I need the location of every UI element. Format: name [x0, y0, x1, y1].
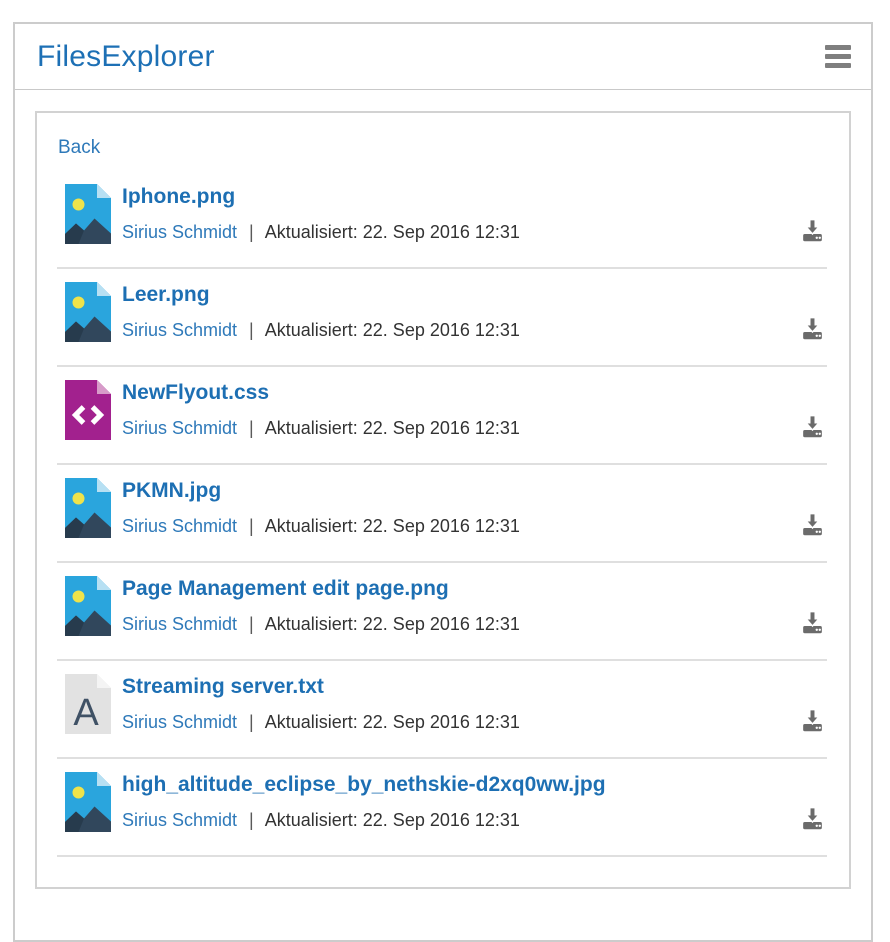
file-info: NewFlyout.css Sirius Schmidt | Aktualisi…: [122, 380, 790, 439]
file-row: A Leer.png Sirius Schmidt | Aktualisiert…: [57, 269, 827, 367]
file-author-link[interactable]: Sirius Schmidt: [122, 810, 237, 830]
file-name-link[interactable]: Streaming server.txt: [122, 675, 324, 699]
file-info: Leer.png Sirius Schmidt | Aktualisiert: …: [122, 282, 790, 341]
file-name-link[interactable]: Iphone.png: [122, 185, 235, 209]
file-author-link[interactable]: Sirius Schmidt: [122, 320, 237, 340]
page-title: FilesExplorer: [37, 40, 215, 74]
file-meta: Sirius Schmidt | Aktualisiert: 22. Sep 2…: [122, 320, 790, 341]
file-list: A Iphone.png Sirius Schmidt | Aktualisie…: [57, 171, 827, 857]
back-link[interactable]: Back: [58, 137, 100, 159]
meta-separator: |: [249, 810, 254, 830]
meta-separator: |: [249, 614, 254, 634]
download-button[interactable]: [800, 511, 825, 538]
file-meta: Sirius Schmidt | Aktualisiert: 22. Sep 2…: [122, 810, 790, 831]
download-icon: [800, 413, 825, 440]
file-meta: Sirius Schmidt | Aktualisiert: 22. Sep 2…: [122, 418, 790, 439]
file-meta: Sirius Schmidt | Aktualisiert: 22. Sep 2…: [122, 614, 790, 635]
image-file-icon: A: [65, 478, 111, 538]
download-icon: [800, 217, 825, 244]
file-author-link[interactable]: Sirius Schmidt: [122, 222, 237, 242]
file-info: Page Management edit page.png Sirius Sch…: [122, 576, 790, 635]
file-info: Iphone.png Sirius Schmidt | Aktualisiert…: [122, 184, 790, 243]
file-updated-text: Aktualisiert: 22. Sep 2016 12:31: [265, 516, 520, 536]
file-meta: Sirius Schmidt | Aktualisiert: 22. Sep 2…: [122, 712, 790, 733]
file-row: A Streaming server.txt Sirius Schmidt | …: [57, 661, 827, 759]
download-button[interactable]: [800, 413, 825, 440]
file-meta: Sirius Schmidt | Aktualisiert: 22. Sep 2…: [122, 516, 790, 537]
file-updated-text: Aktualisiert: 22. Sep 2016 12:31: [265, 320, 520, 340]
file-author-link[interactable]: Sirius Schmidt: [122, 418, 237, 438]
file-name-link[interactable]: PKMN.jpg: [122, 479, 221, 503]
file-row: A Page Management edit page.png Sirius S…: [57, 563, 827, 661]
svg-text:A: A: [73, 692, 99, 734]
download-button[interactable]: [800, 805, 825, 832]
download-icon: [800, 315, 825, 342]
file-row: A NewFlyout.css Sirius Schmidt | Aktuali…: [57, 367, 827, 465]
files-explorer-window: FilesExplorer Back: [13, 22, 873, 942]
meta-separator: |: [249, 712, 254, 732]
text-file-icon: A: [65, 674, 111, 734]
file-updated-text: Aktualisiert: 22. Sep 2016 12:31: [265, 712, 520, 732]
download-icon: [800, 707, 825, 734]
file-name-link[interactable]: high_altitude_eclipse_by_nethskie-d2xq0w…: [122, 773, 606, 797]
download-button[interactable]: [800, 707, 825, 734]
download-button[interactable]: [800, 609, 825, 636]
file-updated-text: Aktualisiert: 22. Sep 2016 12:31: [265, 418, 520, 438]
image-file-icon: A: [65, 184, 111, 244]
download-icon: [800, 609, 825, 636]
code-file-icon: A: [65, 380, 111, 440]
file-updated-text: Aktualisiert: 22. Sep 2016 12:31: [265, 614, 520, 634]
file-updated-text: Aktualisiert: 22. Sep 2016 12:31: [265, 222, 520, 242]
file-name-link[interactable]: NewFlyout.css: [122, 381, 269, 405]
download-icon: [800, 511, 825, 538]
file-info: PKMN.jpg Sirius Schmidt | Aktualisiert: …: [122, 478, 790, 537]
file-row: A PKMN.jpg Sirius Schmidt | Aktualisiert…: [57, 465, 827, 563]
file-updated-text: Aktualisiert: 22. Sep 2016 12:31: [265, 810, 520, 830]
meta-separator: |: [249, 222, 254, 242]
hamburger-icon[interactable]: [823, 41, 853, 72]
window-header: FilesExplorer: [15, 24, 871, 90]
download-button[interactable]: [800, 217, 825, 244]
file-meta: Sirius Schmidt | Aktualisiert: 22. Sep 2…: [122, 222, 790, 243]
file-row: A high_altitude_eclipse_by_nethskie-d2xq…: [57, 759, 827, 857]
file-author-link[interactable]: Sirius Schmidt: [122, 614, 237, 634]
file-author-link[interactable]: Sirius Schmidt: [122, 712, 237, 732]
download-icon: [800, 805, 825, 832]
meta-separator: |: [249, 516, 254, 536]
meta-separator: |: [249, 418, 254, 438]
file-info: Streaming server.txt Sirius Schmidt | Ak…: [122, 674, 790, 733]
image-file-icon: A: [65, 772, 111, 832]
image-file-icon: A: [65, 576, 111, 636]
meta-separator: |: [249, 320, 254, 340]
file-author-link[interactable]: Sirius Schmidt: [122, 516, 237, 536]
file-row: A Iphone.png Sirius Schmidt | Aktualisie…: [57, 171, 827, 269]
download-button[interactable]: [800, 315, 825, 342]
file-info: high_altitude_eclipse_by_nethskie-d2xq0w…: [122, 772, 790, 831]
file-name-link[interactable]: Leer.png: [122, 283, 210, 307]
file-browser-panel: Back A Iphone.png: [35, 111, 851, 889]
file-name-link[interactable]: Page Management edit page.png: [122, 577, 449, 601]
image-file-icon: A: [65, 282, 111, 342]
